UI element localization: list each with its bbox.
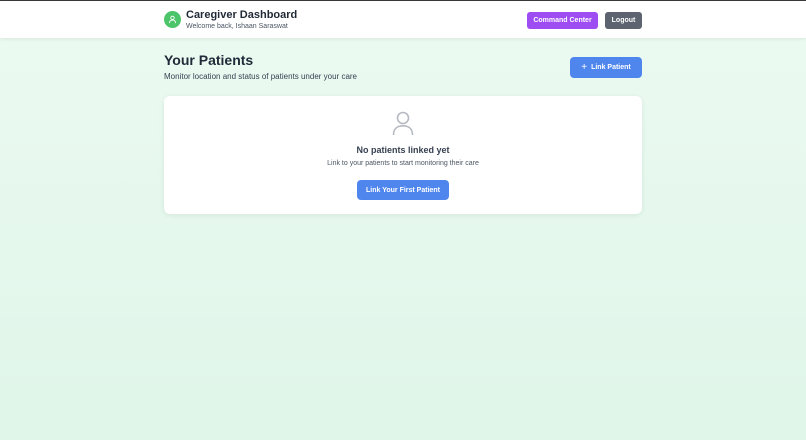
plus-icon: +: [581, 61, 588, 73]
welcome-message: Welcome back, Ishaan Saraswat: [186, 23, 288, 30]
empty-state-title: No patients linked yet: [356, 145, 450, 155]
link-patient-label: Link Patient: [591, 64, 631, 71]
user-icon: [392, 111, 414, 136]
command-center-button[interactable]: Command Center: [527, 12, 598, 29]
app-title: Caregiver Dashboard: [186, 9, 298, 21]
page-subtitle: Monitor location and status of patients …: [164, 72, 357, 81]
link-patient-button[interactable]: + Link Patient: [570, 57, 642, 78]
user-icon: [168, 15, 177, 24]
logout-button[interactable]: Logout: [605, 12, 642, 29]
page-title: Your Patients: [164, 52, 254, 68]
patients-card: No patients linked yet Link to your pati…: [164, 96, 642, 214]
header-bar: Caregiver Dashboard Welcome back, Ishaan…: [0, 1, 806, 38]
avatar: [164, 11, 181, 28]
empty-state-message: Link to your patients to start monitorin…: [327, 160, 479, 167]
link-first-patient-button[interactable]: Link Your First Patient: [357, 180, 449, 200]
